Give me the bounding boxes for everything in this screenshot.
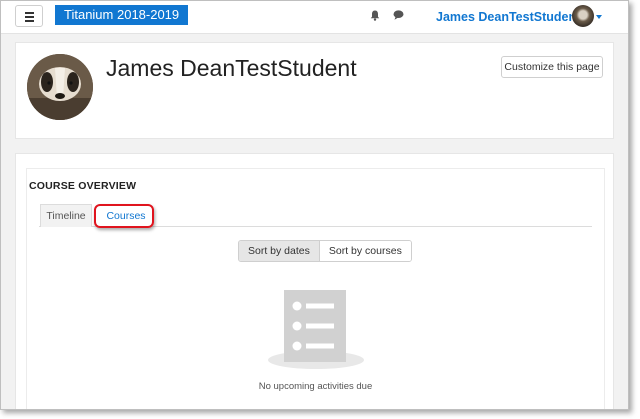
top-navbar: Titanium 2018-2019 James DeanTestStudent xyxy=(1,1,628,34)
page-header: James DeanTestStudent Customize this pag… xyxy=(15,42,614,139)
profile-picture xyxy=(27,54,93,120)
user-avatar[interactable] xyxy=(572,5,594,27)
empty-list-icon xyxy=(268,290,364,369)
bell-icon[interactable] xyxy=(370,10,380,21)
sort-toggle-group: Sort by dates Sort by courses xyxy=(238,240,412,262)
chevron-down-icon[interactable] xyxy=(596,15,602,19)
courses-tab-highlight xyxy=(94,204,154,228)
browser-frame: Titanium 2018-2019 James DeanTestStudent xyxy=(0,0,629,410)
menu-toggle-button[interactable] xyxy=(15,5,43,27)
tab-timeline[interactable]: Timeline xyxy=(40,204,92,227)
empty-state-message: No upcoming activities due xyxy=(258,381,373,392)
sort-by-courses-button[interactable]: Sort by courses xyxy=(319,241,411,261)
user-menu-name[interactable]: James DeanTestStudent xyxy=(436,10,580,24)
sort-by-dates-button[interactable]: Sort by dates xyxy=(239,241,320,261)
site-brand-link[interactable]: Titanium 2018-2019 xyxy=(55,5,189,25)
course-overview-block: COURSE OVERVIEW Timeline Courses Sort by… xyxy=(15,153,614,409)
chat-bubble-icon[interactable] xyxy=(393,10,404,20)
page-title: James DeanTestStudent xyxy=(106,55,357,81)
badger-avatar-icon xyxy=(27,54,93,120)
block-title: COURSE OVERVIEW xyxy=(29,180,137,192)
customize-page-button[interactable]: Customize this page xyxy=(501,56,603,78)
